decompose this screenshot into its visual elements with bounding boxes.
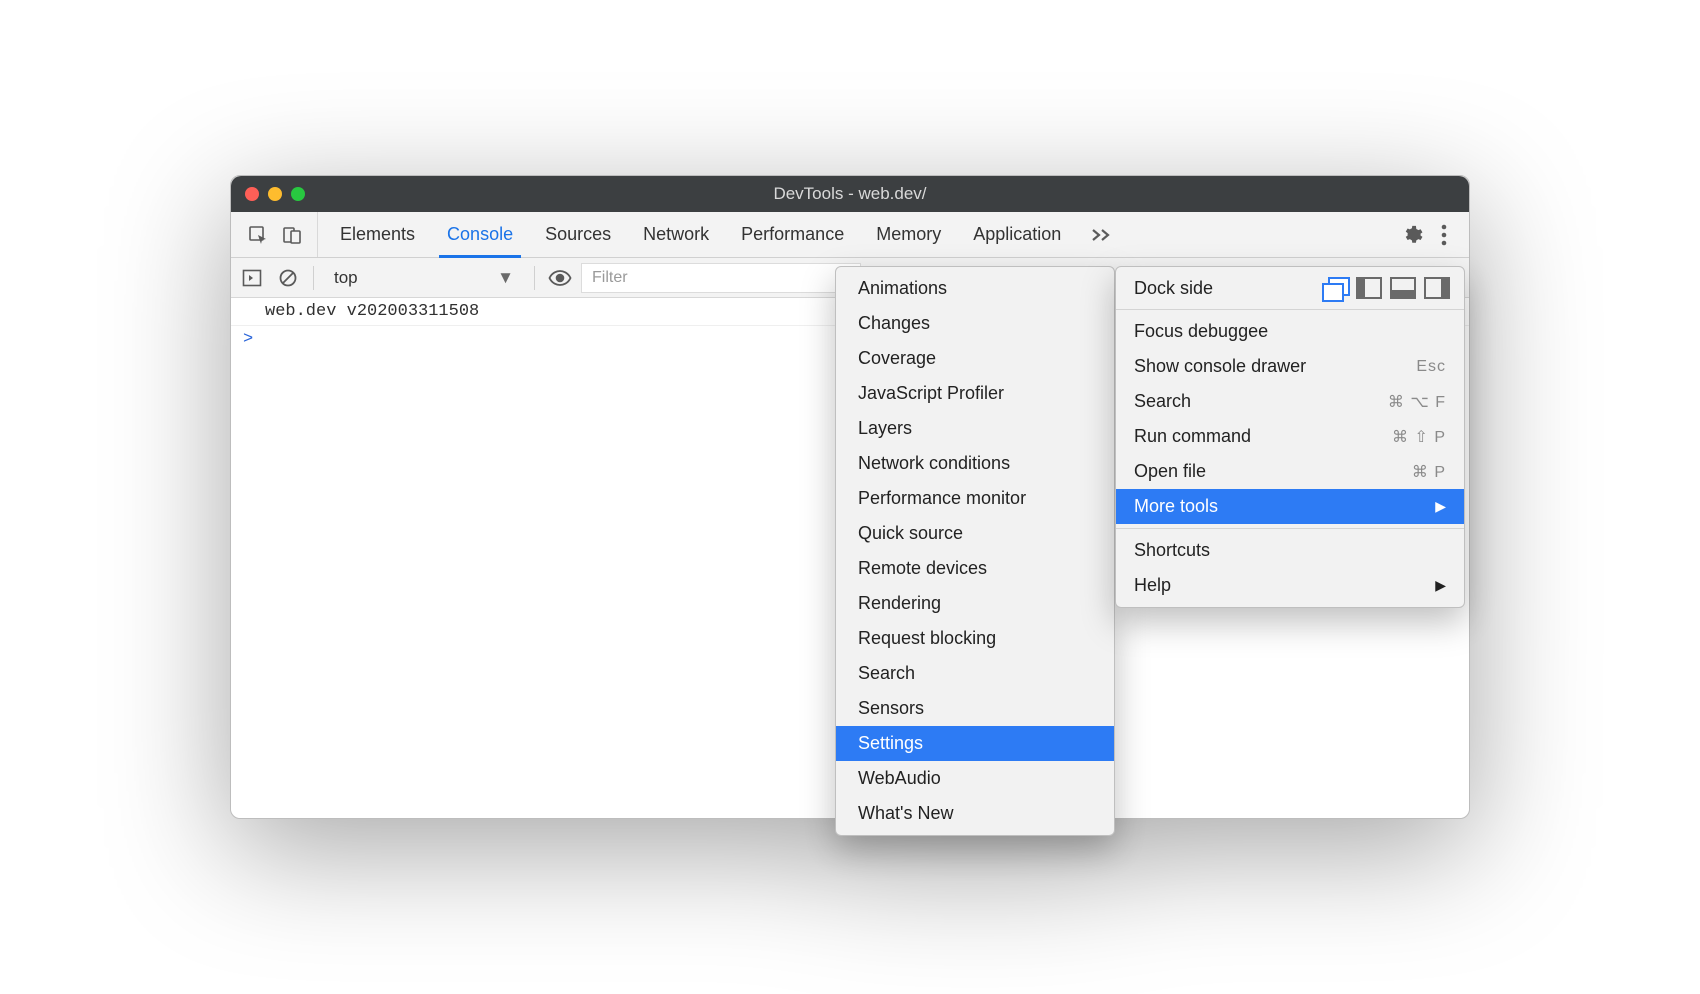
more-tools-item-sensors[interactable]: Sensors xyxy=(836,691,1114,726)
settings-gear-icon[interactable] xyxy=(1397,220,1427,250)
menu-item-shortcut: ⌘ ⇧ P xyxy=(1392,427,1446,447)
menu-item-shortcut: Esc xyxy=(1416,358,1446,376)
tab-performance[interactable]: Performance xyxy=(725,212,860,257)
more-tools-item-settings[interactable]: Settings xyxy=(836,726,1114,761)
more-tools-item-performance-monitor[interactable]: Performance monitor xyxy=(836,481,1114,516)
more-tabs-icon[interactable] xyxy=(1083,212,1119,257)
menu-item-show-console-drawer[interactable]: Show console drawer Esc xyxy=(1116,349,1464,384)
execution-context-label: top xyxy=(334,268,358,288)
dock-side-row: Dock side xyxy=(1116,271,1464,305)
separator xyxy=(534,266,535,290)
prompt-chevron-icon: > xyxy=(243,330,253,349)
clear-console-icon[interactable] xyxy=(273,263,303,293)
more-tools-item-search[interactable]: Search xyxy=(836,656,1114,691)
dock-undock-icon[interactable] xyxy=(1322,277,1348,299)
more-tools-item-rendering[interactable]: Rendering xyxy=(836,586,1114,621)
tab-network[interactable]: Network xyxy=(627,212,725,257)
menu-item-run-command[interactable]: Run command ⌘ ⇧ P xyxy=(1116,419,1464,454)
menu-item-label: Open file xyxy=(1134,461,1206,482)
tab-elements[interactable]: Elements xyxy=(324,212,431,257)
menu-item-help[interactable]: Help ▶ xyxy=(1116,568,1464,603)
tab-sources[interactable]: Sources xyxy=(529,212,627,257)
menu-item-more-tools[interactable]: More tools ▶ xyxy=(1116,489,1464,524)
dock-left-icon[interactable] xyxy=(1356,277,1382,299)
more-tools-item-remote-devices[interactable]: Remote devices xyxy=(836,551,1114,586)
live-expression-eye-icon[interactable] xyxy=(545,263,575,293)
main-menu: Dock side Focus debuggee Show console dra… xyxy=(1115,266,1465,608)
devtools-window: DevTools - web.dev/ ElementsConsoleSourc… xyxy=(230,175,1470,819)
menu-item-label: Shortcuts xyxy=(1134,540,1210,561)
menu-item-shortcut: ⌘ P xyxy=(1412,462,1446,482)
inspect-element-icon[interactable] xyxy=(243,220,273,250)
execution-context-select[interactable]: top ▼ xyxy=(324,263,524,293)
window-close-button[interactable] xyxy=(245,187,259,201)
menu-item-label: Focus debuggee xyxy=(1134,321,1268,342)
more-tools-item-network-conditions[interactable]: Network conditions xyxy=(836,446,1114,481)
more-tools-item-animations[interactable]: Animations xyxy=(836,271,1114,306)
dock-side-label: Dock side xyxy=(1134,278,1213,299)
tab-memory[interactable]: Memory xyxy=(860,212,957,257)
submenu-arrow-icon: ▶ xyxy=(1435,498,1446,515)
more-tools-item-layers[interactable]: Layers xyxy=(836,411,1114,446)
menu-item-label: Show console drawer xyxy=(1134,356,1306,377)
menu-item-shortcuts[interactable]: Shortcuts xyxy=(1116,533,1464,568)
more-tools-item-quick-source[interactable]: Quick source xyxy=(836,516,1114,551)
window-minimize-button[interactable] xyxy=(268,187,282,201)
menu-item-label: More tools xyxy=(1134,496,1218,517)
more-tools-item-webaudio[interactable]: WebAudio xyxy=(836,761,1114,796)
more-tools-item-coverage[interactable]: Coverage xyxy=(836,341,1114,376)
more-tools-submenu: AnimationsChangesCoverageJavaScript Prof… xyxy=(835,266,1115,836)
dropdown-caret-icon: ▼ xyxy=(497,268,514,288)
menu-item-label: Help xyxy=(1134,575,1171,596)
more-tools-item-changes[interactable]: Changes xyxy=(836,306,1114,341)
dock-bottom-icon[interactable] xyxy=(1390,277,1416,299)
device-toolbar-icon[interactable] xyxy=(277,220,307,250)
menu-item-label: Search xyxy=(1134,391,1191,412)
menu-item-shortcut: ⌘ ⌥ F xyxy=(1388,392,1446,412)
window-zoom-button[interactable] xyxy=(291,187,305,201)
dock-right-icon[interactable] xyxy=(1424,277,1450,299)
titlebar: DevTools - web.dev/ xyxy=(231,176,1469,212)
menu-item-label: Run command xyxy=(1134,426,1251,447)
separator xyxy=(313,266,314,290)
menu-item-open-file[interactable]: Open file ⌘ P xyxy=(1116,454,1464,489)
menu-item-search[interactable]: Search ⌘ ⌥ F xyxy=(1116,384,1464,419)
panel-tabs: ElementsConsoleSourcesNetworkPerformance… xyxy=(231,212,1469,258)
traffic-lights xyxy=(245,187,305,201)
tab-application[interactable]: Application xyxy=(957,212,1077,257)
more-tools-item-what-s-new[interactable]: What's New xyxy=(836,796,1114,831)
window-title: DevTools - web.dev/ xyxy=(231,184,1469,204)
menu-separator xyxy=(1116,528,1464,529)
submenu-arrow-icon: ▶ xyxy=(1435,577,1446,594)
menu-separator xyxy=(1116,309,1464,310)
console-filter-input[interactable] xyxy=(581,263,861,293)
console-sidebar-toggle-icon[interactable] xyxy=(237,263,267,293)
menu-item-focus-debuggee[interactable]: Focus debuggee xyxy=(1116,314,1464,349)
more-tools-item-javascript-profiler[interactable]: JavaScript Profiler xyxy=(836,376,1114,411)
more-tools-item-request-blocking[interactable]: Request blocking xyxy=(836,621,1114,656)
tab-console[interactable]: Console xyxy=(431,212,529,257)
kebab-menu-icon[interactable] xyxy=(1429,220,1459,250)
